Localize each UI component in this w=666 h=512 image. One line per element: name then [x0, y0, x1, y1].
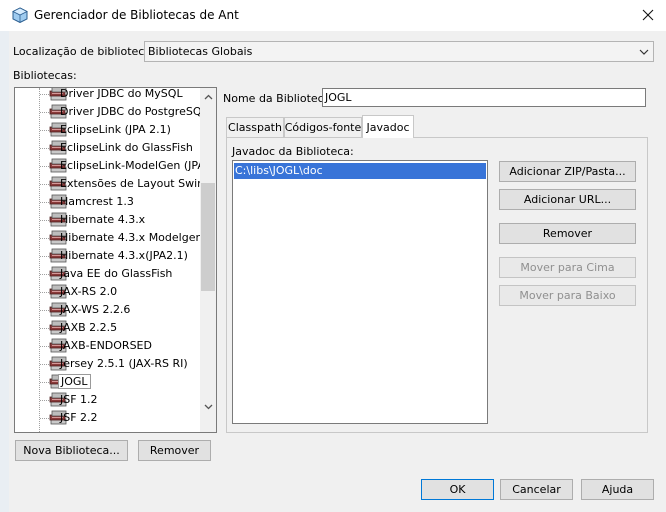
move-down-button[interactable]: Mover para Baixo [499, 285, 636, 306]
library-list-scrollbar[interactable] [200, 88, 216, 432]
library-item-label: Hibernate 4.3.x [60, 213, 146, 226]
add-url-button[interactable]: Adicionar URL... [499, 189, 636, 210]
scroll-thumb[interactable] [201, 183, 215, 291]
window-edge [0, 31, 9, 512]
library-list-item[interactable]: Hibernate 4.3.x Modelgen [15, 229, 200, 247]
library-list-item[interactable]: Jersey 2.5.1 (JAX-RS RI) [15, 355, 200, 373]
chevron-up-icon [204, 94, 212, 100]
library-item-label: Hamcrest 1.3 [60, 195, 134, 208]
library-item-label: JAX-WS 2.2.6 [60, 303, 131, 316]
library-item-label: Driver JDBC do PostgreSQL [60, 105, 200, 118]
tree-branch-line [40, 346, 49, 347]
library-list-item[interactable]: EclipseLink (JPA 2.1) [15, 121, 200, 139]
tree-branch-line [40, 238, 49, 239]
tree-branch-line [40, 202, 49, 203]
tab-classpath-label: Classpath [228, 121, 282, 134]
library-item-label: JOGL [58, 374, 91, 389]
tree-branch-line [40, 364, 49, 365]
location-select[interactable]: Bibliotecas Globais [144, 41, 654, 62]
location-select-value: Bibliotecas Globais [148, 45, 253, 58]
library-name-field[interactable]: JOGL [322, 88, 646, 107]
tree-branch-line [40, 382, 49, 383]
remove-library-button[interactable]: Remover [138, 440, 211, 461]
new-library-button[interactable]: Nova Biblioteca... [15, 440, 128, 461]
library-item-label: JAXB 2.2.5 [60, 321, 118, 334]
libraries-label: Bibliotecas: [13, 69, 77, 82]
library-list-item[interactable]: Java EE do GlassFish [15, 265, 200, 283]
tree-branch-line [40, 94, 49, 95]
library-list-item[interactable]: JOGL [15, 373, 200, 391]
close-button[interactable] [630, 1, 666, 29]
tree-branch-line [40, 256, 49, 257]
tree-branch-line [40, 310, 49, 311]
help-button[interactable]: Ajuda [581, 479, 654, 500]
library-item-label: EclipseLink-ModelGen (JPA 2. [60, 159, 200, 172]
remove-entry-button[interactable]: Remover [499, 223, 636, 244]
tree-branch-line [40, 418, 49, 419]
ok-button[interactable]: OK [421, 479, 494, 500]
chevron-down-icon [639, 49, 649, 55]
tab-sources[interactable]: Códigos-fonte [284, 117, 362, 137]
tab-classpath[interactable]: Classpath [226, 117, 284, 137]
close-icon [642, 9, 654, 21]
library-item-label: JAXB-ENDORSED [60, 339, 152, 352]
tree-branch-line [40, 166, 49, 167]
tree-branch-line [40, 328, 49, 329]
library-item-label: EclipseLink do GlassFish [60, 141, 193, 154]
tab-javadoc-label: Javadoc [366, 120, 410, 134]
javadoc-label: Javadoc da Biblioteca: [232, 145, 354, 158]
library-list-item[interactable]: Hamcrest 1.3 [15, 193, 200, 211]
library-name-label: Nome da Biblioteca: [223, 92, 335, 105]
library-list-item[interactable]: EclipseLink do GlassFish [15, 139, 200, 157]
library-item-label: Jersey 2.5.1 (JAX-RS RI) [60, 357, 188, 370]
library-item-label: JAX-RS 2.0 [60, 285, 118, 298]
scroll-up-button[interactable] [200, 89, 216, 105]
library-item-label: EclipseLink (JPA 2.1) [60, 123, 171, 136]
library-list-item[interactable]: Hibernate 4.3.x(JPA2.1) [15, 247, 200, 265]
library-item-label: JSF 2.2 [60, 411, 98, 424]
library-item-label: Driver JDBC do MySQL [60, 88, 183, 100]
library-item-label: Java EE do GlassFish [60, 267, 173, 280]
javadoc-entry[interactable]: C:\libs\JOGL\doc [234, 163, 486, 179]
scroll-down-button[interactable] [200, 399, 216, 415]
library-item-label: Extensões de Layout Swing [60, 177, 200, 190]
library-list-item[interactable]: Hibernate 4.3.x [15, 211, 200, 229]
library-list-item[interactable]: JAXB-ENDORSED [15, 337, 200, 355]
tab-javadoc[interactable]: Javadoc [362, 115, 414, 138]
library-list-item[interactable]: JSF 2.2 [15, 409, 200, 427]
library-list-item[interactable]: EclipseLink-ModelGen (JPA 2. [15, 157, 200, 175]
tree-branch-line [40, 220, 49, 221]
tree-branch-line [40, 112, 49, 113]
library-list-item[interactable]: JAXB 2.2.5 [15, 319, 200, 337]
window-title: Gerenciador de Bibliotecas de Ant [34, 8, 239, 22]
library-list-item[interactable]: Driver JDBC do MySQL [15, 88, 200, 103]
javadoc-list[interactable]: C:\libs\JOGL\doc [232, 160, 488, 424]
library-item-label: Hibernate 4.3.x Modelgen [60, 231, 200, 244]
library-list-item[interactable]: JAX-WS 2.2.6 [15, 301, 200, 319]
tree-branch-line [40, 130, 49, 131]
location-label: Localização de bibliotecas: [13, 45, 161, 58]
tree-branch-line [40, 274, 49, 275]
library-list[interactable]: Driver JDBC do MySQL Driver JDBC do Postg… [14, 87, 217, 433]
tree-branch-line [40, 148, 49, 149]
library-item-label: Hibernate 4.3.x(JPA2.1) [60, 249, 188, 262]
tree-branch-line [40, 292, 49, 293]
library-list-item[interactable]: JAX-RS 2.0 [15, 283, 200, 301]
app-cube-icon [12, 7, 28, 23]
cancel-button[interactable]: Cancelar [500, 479, 573, 500]
move-up-button[interactable]: Mover para Cima [499, 257, 636, 278]
library-list-viewport: Driver JDBC do MySQL Driver JDBC do Postg… [15, 88, 200, 432]
library-name-value: JOGL [325, 91, 352, 104]
tab-sources-label: Códigos-fonte [284, 121, 362, 134]
library-item-label: JSF 1.2 [60, 393, 98, 406]
library-list-item[interactable]: JSF 1.2 [15, 391, 200, 409]
tree-branch-line [40, 184, 49, 185]
library-list-item[interactable]: Extensões de Layout Swing [15, 175, 200, 193]
add-zip-folder-button[interactable]: Adicionar ZIP/Pasta... [499, 161, 636, 182]
tree-branch-line [40, 400, 49, 401]
title-bar: Gerenciador de Bibliotecas de Ant [0, 0, 666, 31]
library-list-item[interactable]: Driver JDBC do PostgreSQL [15, 103, 200, 121]
chevron-down-icon [204, 404, 212, 410]
